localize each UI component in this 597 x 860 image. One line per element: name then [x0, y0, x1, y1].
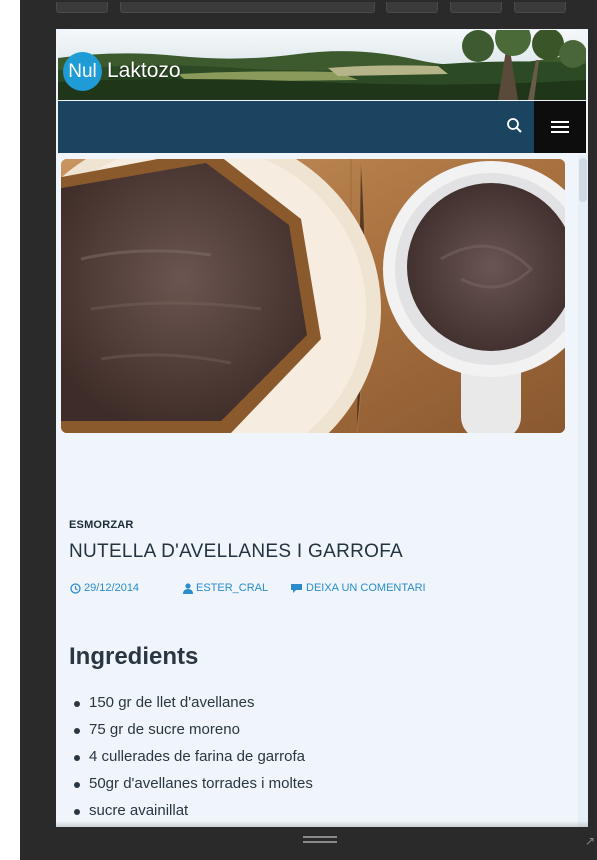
leave-comment-link[interactable]: DEIXA UN COMENTARI	[290, 582, 426, 594]
site-header-banner[interactable]: Nul Laktozo	[58, 30, 586, 100]
featured-image[interactable]	[61, 159, 565, 433]
site-name[interactable]: Laktozo	[107, 59, 181, 83]
list-item: 4 cullerades de farina de garrofa	[71, 746, 313, 773]
top-tab[interactable]	[514, 2, 566, 13]
post-category-link[interactable]: ESMORZAR	[69, 519, 134, 531]
hamburger-menu-icon[interactable]	[534, 101, 586, 153]
search-icon[interactable]	[504, 115, 526, 137]
clock-icon	[70, 582, 81, 594]
top-tab[interactable]	[450, 2, 502, 13]
list-item: 50gr d'avellanes torrades i moltes	[71, 773, 313, 800]
post-date: 29/12/2014	[84, 582, 140, 594]
mobile-viewport: Nul Laktozo ESMORZAR NUTELLA D'AVELLANES…	[56, 29, 588, 827]
list-item: 150 gr de llet d'avellanes	[71, 692, 313, 719]
resize-corner-icon[interactable]: ↗	[585, 834, 595, 848]
bread-with-spread-and-bowl-image	[61, 159, 565, 433]
top-tab[interactable]	[120, 2, 375, 13]
post-author-link[interactable]: ESTER_CRAL	[183, 582, 268, 594]
page-scrollbar[interactable]	[578, 155, 588, 827]
post-date-link[interactable]: 29/12/2014	[70, 582, 139, 594]
post-title[interactable]: NUTELLA D'AVELLANES I GARROFA	[69, 541, 403, 563]
list-item: 75 gr de sucre moreno	[71, 719, 313, 746]
ingredients-heading: Ingredients	[69, 643, 199, 670]
comment-icon	[291, 583, 302, 593]
viewport-bottom-edge	[56, 821, 588, 827]
site-logo[interactable]: Nul	[63, 52, 102, 91]
resize-handle[interactable]	[303, 836, 337, 844]
post-author: ESTER_CRAL	[196, 582, 269, 594]
user-icon	[183, 582, 193, 594]
ingredient-list: 150 gr de llet d'avellanes 75 gr de sucr…	[71, 692, 313, 827]
leave-comment-label: DEIXA UN COMENTARI	[306, 582, 426, 594]
navigation-bar	[58, 101, 586, 153]
scrollbar-thumb[interactable]	[579, 158, 587, 202]
top-tab[interactable]	[56, 2, 108, 13]
top-tab[interactable]	[386, 2, 438, 13]
